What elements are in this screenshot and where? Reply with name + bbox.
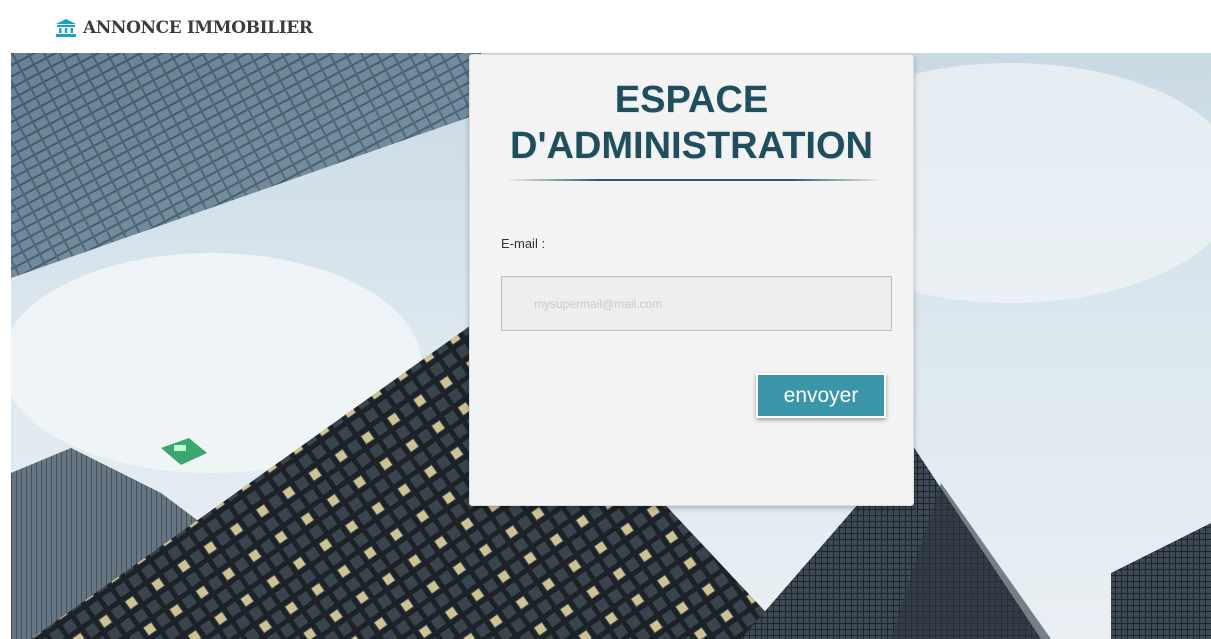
title-divider	[506, 179, 884, 181]
top-bar: ANNONCE IMMOBILIER	[0, 0, 1211, 53]
brand-link[interactable]: ANNONCE IMMOBILIER	[56, 18, 313, 38]
submit-button[interactable]: envoyer	[756, 373, 886, 418]
bank-icon	[56, 19, 76, 37]
admin-login-card: ESPACE D'ADMINISTRATION E-mail : envoyer	[469, 54, 914, 506]
brand-name: ANNONCE IMMOBILIER	[83, 18, 313, 38]
email-label: E-mail :	[501, 236, 546, 251]
page-title: ESPACE D'ADMINISTRATION	[510, 79, 873, 167]
email-field[interactable]	[501, 276, 892, 331]
